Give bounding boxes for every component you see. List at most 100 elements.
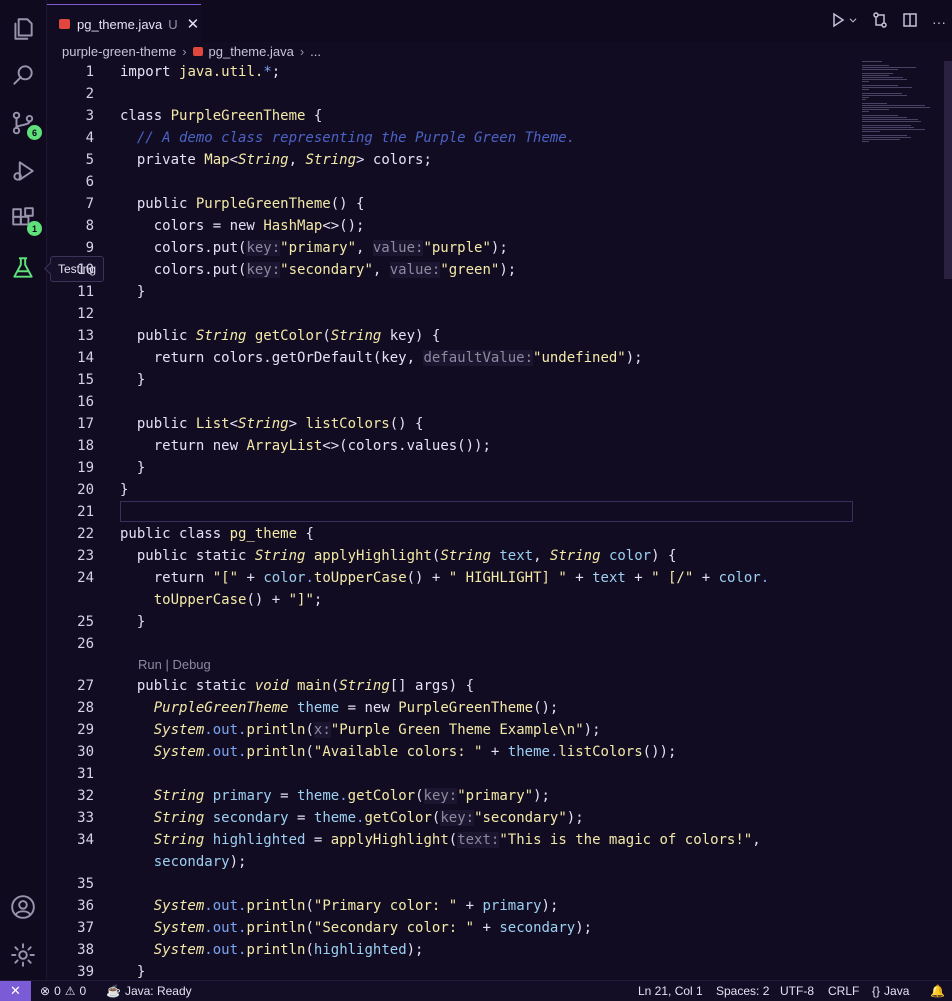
code-line[interactable]: 13 public String getColor(String key) { <box>47 325 847 347</box>
more-actions-icon[interactable]: ··· <box>932 14 946 30</box>
code-line[interactable]: 35 <box>47 873 847 895</box>
run-debug-icon[interactable] <box>8 156 38 186</box>
minimap-line <box>862 87 912 88</box>
code-text: String primary = theme.getColor(key:"pri… <box>153 788 550 804</box>
code-line[interactable]: 22 public class pg_theme { <box>47 523 847 545</box>
code-line[interactable]: 17 public List<String> listColors() { <box>47 413 847 435</box>
line-number: 14 <box>77 350 94 366</box>
language-mode[interactable]: {} Java <box>872 981 909 1001</box>
code-line[interactable]: 7 public PurpleGreenTheme() { <box>47 193 847 215</box>
tab-pg-theme-java[interactable]: pg_theme.java U ✕ <box>47 4 201 43</box>
search-icon[interactable] <box>8 60 38 90</box>
line-number: 15 <box>77 372 94 388</box>
code-text: } <box>120 460 146 476</box>
java-status[interactable]: ☕ Java: Ready <box>106 981 192 1001</box>
code-line[interactable]: 36 System.out.println("Primary color: " … <box>47 895 847 917</box>
line-number: 19 <box>77 460 94 476</box>
line-ending[interactable]: CRLF <box>828 981 859 1001</box>
code-line[interactable]: 9 colors.put(key:"primary", value:"purpl… <box>47 237 847 259</box>
error-count: 0 <box>54 984 61 998</box>
java-file-icon <box>59 19 70 29</box>
code-line[interactable]: 34 String highlighted = applyHighlight(t… <box>47 829 847 851</box>
code-line[interactable]: 23 public static String applyHighlight(S… <box>47 545 847 567</box>
code-text: colors = new HashMap<>(); <box>120 218 365 234</box>
cursor-position[interactable]: Ln 21, Col 1 <box>638 981 703 1001</box>
code-line[interactable]: secondary); <box>47 851 847 873</box>
tab-close-icon[interactable]: ✕ <box>187 15 200 33</box>
source-control-icon[interactable]: 6 <box>8 108 42 140</box>
code-line[interactable]: 30 System.out.println("Available colors:… <box>47 741 847 763</box>
code-line[interactable]: 38 System.out.println(highlighted); <box>47 939 847 961</box>
encoding[interactable]: UTF-8 <box>780 981 814 1001</box>
code-line[interactable]: 18 return new ArrayList<>(colors.values(… <box>47 435 847 457</box>
open-changes-icon[interactable] <box>872 12 888 31</box>
problems-status[interactable]: ⊗ 0 ⚠ 0 <box>40 981 86 1001</box>
vertical-scrollbar[interactable] <box>944 61 952 279</box>
code-line[interactable]: 8 colors = new HashMap<>(); <box>47 215 847 237</box>
code-line[interactable]: 21 <box>47 501 847 523</box>
code-line[interactable]: 25 } <box>47 611 847 633</box>
codelens-run-debug[interactable]: Run | Debug <box>138 656 211 674</box>
code-text: colors.put(key:"secondary", value:"green… <box>120 262 517 278</box>
code-line[interactable]: 33 String secondary = theme.getColor(key… <box>47 807 847 829</box>
split-editor-icon[interactable] <box>902 12 918 31</box>
java-file-icon <box>192 46 203 56</box>
line-number: 36 <box>77 898 94 914</box>
code-line[interactable]: 27 public static void main(String[] args… <box>47 675 847 697</box>
notifications-bell-icon[interactable]: 🔔 <box>930 981 945 1001</box>
minimap[interactable] <box>858 61 938 151</box>
code-line[interactable]: toUpperCase() + "]"; <box>47 589 847 611</box>
code-text: PurpleGreenTheme theme = new PurpleGreen… <box>153 700 559 716</box>
code-text: String highlighted = applyHighlight(text… <box>153 832 761 848</box>
code-line[interactable]: 3 class PurpleGreenTheme { <box>47 105 847 127</box>
code-line[interactable]: 6 <box>47 171 847 193</box>
code-line[interactable]: 4 // A demo class representing the Purpl… <box>47 127 847 149</box>
code-text: // A demo class representing the Purple … <box>136 130 576 146</box>
breadcrumb-file[interactable]: pg_theme.java <box>209 44 294 59</box>
line-number: 31 <box>77 766 94 782</box>
tab-label: pg_theme.java <box>77 16 163 32</box>
testing-icon[interactable] <box>8 253 38 283</box>
code-line[interactable]: 10 colors.put(key:"secondary", value:"gr… <box>47 259 847 281</box>
run-java-icon[interactable] <box>830 12 846 31</box>
code-line[interactable]: 19 } <box>47 457 847 479</box>
code-line[interactable]: 31 <box>47 763 847 785</box>
code-line[interactable]: 14 return colors.getOrDefault(key, defau… <box>47 347 847 369</box>
extensions-icon[interactable]: 1 <box>8 204 42 236</box>
breadcrumb-more[interactable]: ... <box>310 44 321 59</box>
code-line[interactable]: 29 System.out.println(x:"Purple Green Th… <box>47 719 847 741</box>
explorer-icon[interactable] <box>8 14 38 44</box>
code-line[interactable]: 11 } <box>47 281 847 303</box>
minimap-line <box>862 79 907 80</box>
remote-indicator[interactable]: ✕ <box>0 981 31 1001</box>
code-line[interactable]: 5 private Map<String, String> colors; <box>47 149 847 171</box>
code-text: import java.util.*; <box>120 64 289 80</box>
coffee-cup-icon: ☕ <box>106 984 121 998</box>
code-line[interactable]: 20} <box>47 479 847 501</box>
indentation[interactable]: Spaces: 2 <box>716 981 769 1001</box>
minimap-line <box>862 115 898 116</box>
code-line[interactable]: 1 import java.util.*; <box>47 61 847 83</box>
code-line[interactable]: 24 return "[" + color.toUpperCase() + " … <box>47 567 847 589</box>
breadcrumb-folder[interactable]: purple-green-theme <box>62 44 176 59</box>
line-number: 17 <box>77 416 94 432</box>
line-number: 8 <box>85 218 94 234</box>
tab-bar: pg_theme.java U ✕ ··· <box>47 0 952 43</box>
code-line[interactable]: 2 <box>47 83 847 105</box>
code-line[interactable]: 28 PurpleGreenTheme theme = new PurpleGr… <box>47 697 847 719</box>
code-text: secondary); <box>153 854 247 870</box>
code-line[interactable]: 37 System.out.println("Secondary color: … <box>47 917 847 939</box>
settings-gear-icon[interactable] <box>8 940 38 970</box>
code-line[interactable]: 12 <box>47 303 847 325</box>
chevron-down-icon[interactable] <box>848 12 858 31</box>
code-line[interactable]: 15 } <box>47 369 847 391</box>
code-line[interactable]: 16 <box>47 391 847 413</box>
code-line[interactable]: 32 String primary = theme.getColor(key:"… <box>47 785 847 807</box>
code-line[interactable]: 39 } <box>47 961 847 980</box>
accounts-icon[interactable] <box>8 892 38 922</box>
minimap-line <box>862 67 916 68</box>
code-line[interactable]: 26 <box>47 633 847 655</box>
line-number: 24 <box>77 570 94 586</box>
line-number: 21 <box>77 504 94 520</box>
code-editor[interactable]: 1 import java.util.*; 2 3 class PurpleGreen… <box>47 61 942 980</box>
